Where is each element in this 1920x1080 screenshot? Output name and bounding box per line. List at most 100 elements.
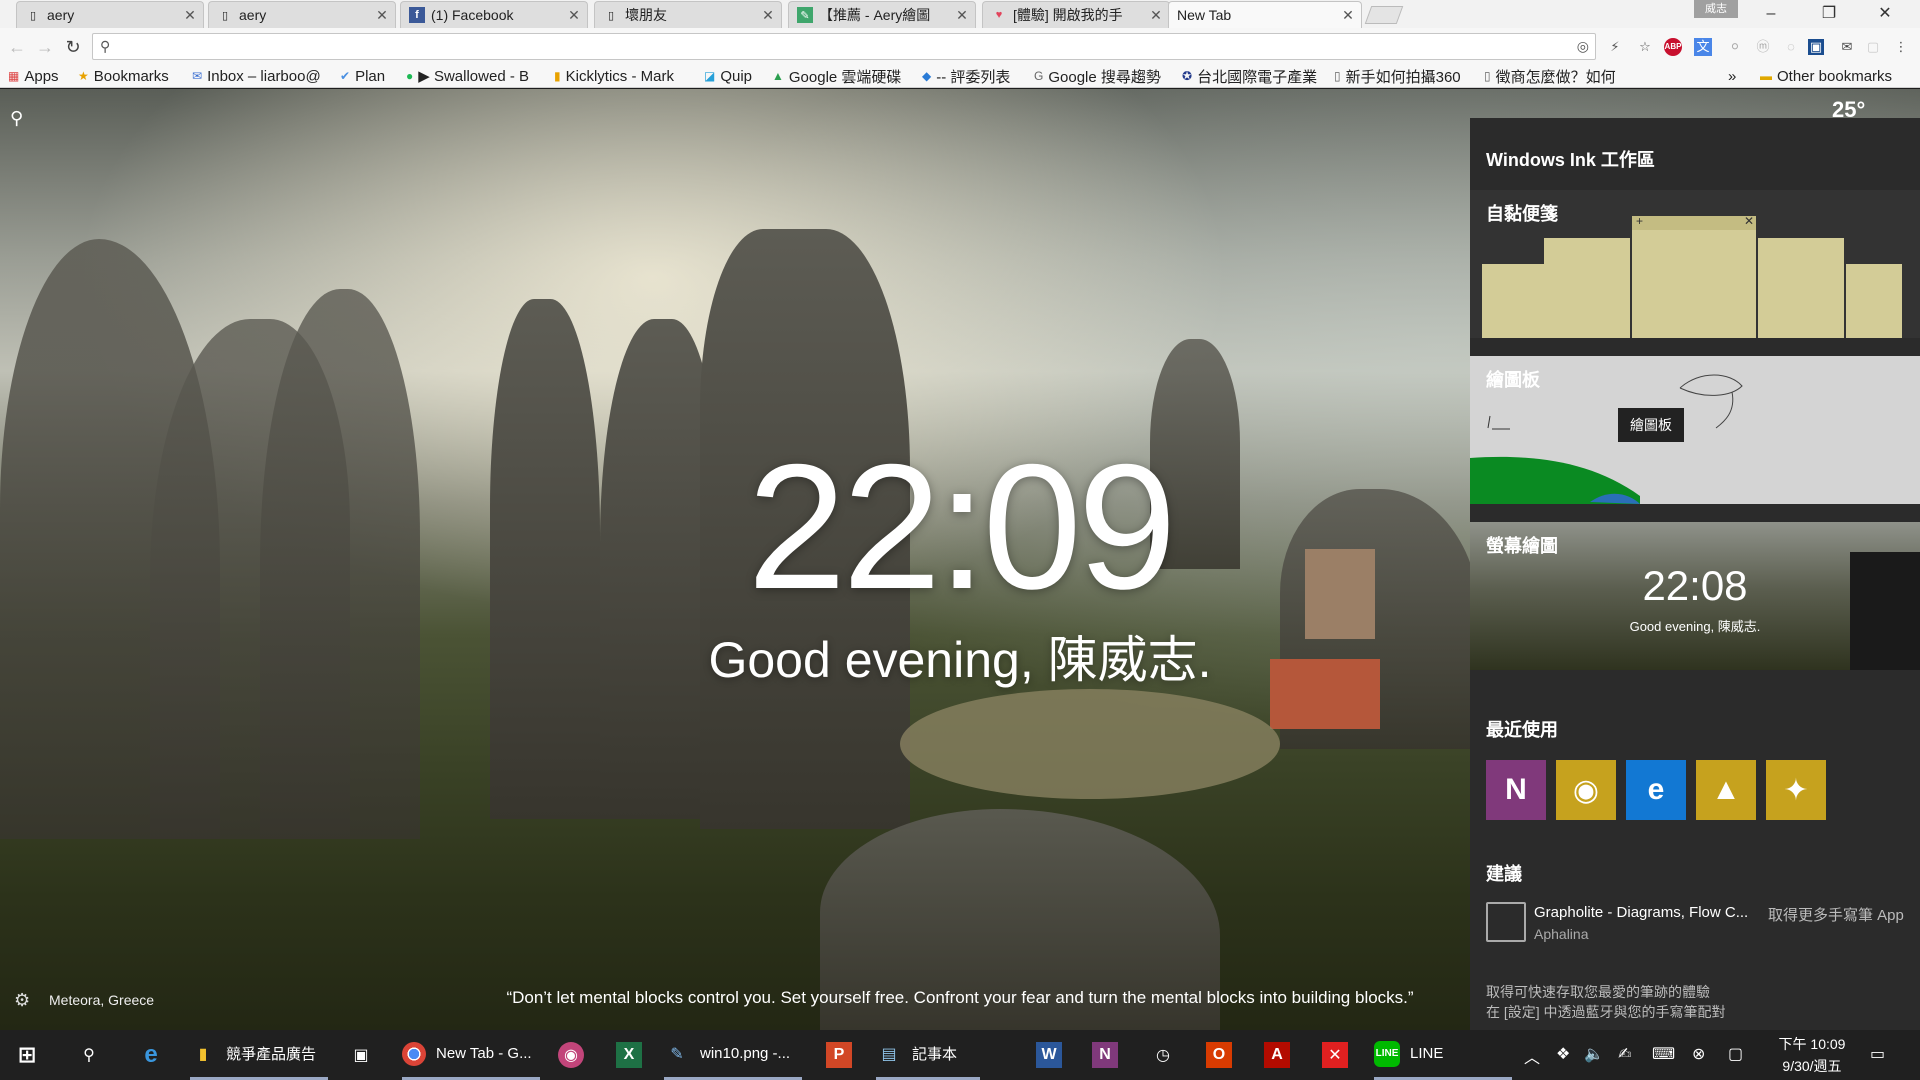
sticky-notes-card[interactable]: 自黏便箋 + ✕ xyxy=(1470,190,1920,338)
taskbar-alarms[interactable]: ◷ xyxy=(1150,1030,1176,1080)
new-tab-button[interactable] xyxy=(1364,6,1404,24)
tab-aery-recommend[interactable]: ✎ 【推薦 - Aery繪圖 ✕ xyxy=(788,1,976,28)
search-button[interactable]: ⚲ xyxy=(76,1030,102,1080)
taskbar-chrome[interactable]: New Tab - G... xyxy=(402,1030,540,1080)
bookmark-inbox[interactable]: ✉ Inbox – liarboo@ xyxy=(192,67,332,85)
start-button[interactable]: ⊞ xyxy=(14,1030,40,1080)
taskbar-xmind[interactable]: ✕ xyxy=(1322,1030,1348,1080)
extension-icon[interactable]: ⓜ xyxy=(1752,36,1774,58)
taskbar-folder[interactable]: ▮ 競爭產品廣告 xyxy=(190,1030,328,1080)
taskbar-line[interactable]: LINE LINE xyxy=(1374,1030,1512,1080)
taskbar-paint[interactable]: ✎ win10.png -... xyxy=(664,1030,802,1080)
bookmark-quip[interactable]: ◪ Quip xyxy=(704,67,768,85)
tab-facebook[interactable]: f (1) Facebook ✕ xyxy=(400,1,588,28)
taskbar-powerpoint[interactable]: P xyxy=(826,1030,852,1080)
tab-bad-friends[interactable]: ▯ 壞朋友 ✕ xyxy=(594,1,782,28)
close-window-icon[interactable]: ✕ xyxy=(1862,0,1908,28)
paint-icon: ✎ xyxy=(670,1045,684,1063)
tab-title: (1) Facebook xyxy=(431,7,514,23)
bookmark-kicklytics[interactable]: ▮ Kicklytics - Mark xyxy=(554,67,694,85)
more-bookmarks-chevron-icon[interactable]: » xyxy=(1728,67,1748,85)
photos-icon[interactable]: ▲ xyxy=(1696,760,1756,820)
close-icon[interactable]: ✕ xyxy=(375,7,389,24)
onenote-icon[interactable]: N xyxy=(1486,760,1546,820)
tab-experience[interactable]: ♥ [體驗] 開啟我的手 ✕ xyxy=(982,1,1170,28)
get-more-apps-link[interactable]: 取得更多手寫筆 App xyxy=(1768,904,1904,925)
taskbar-office[interactable]: O xyxy=(1206,1030,1232,1080)
extension-icon[interactable]: ◌ xyxy=(1780,36,1802,58)
close-icon[interactable]: ✕ xyxy=(567,7,581,24)
translate-icon[interactable]: 文 xyxy=(1694,38,1712,56)
adblock-icon[interactable]: ABP xyxy=(1664,38,1682,56)
close-icon[interactable]: ✕ xyxy=(1149,7,1163,24)
lightbulb-icon[interactable]: ✦ xyxy=(1766,760,1826,820)
close-icon[interactable]: ✕ xyxy=(1341,7,1355,24)
volume-icon[interactable]: 🔈 xyxy=(1584,1044,1604,1064)
tab-new-tab[interactable]: New Tab ✕ xyxy=(1168,1,1362,28)
suggested-app-name[interactable]: Grapholite - Diagrams, Flow C... xyxy=(1534,904,1748,921)
notification-icon[interactable]: ▭ xyxy=(1870,1044,1885,1064)
pen-workspace-icon[interactable]: ✍ xyxy=(1618,1044,1631,1064)
chevron-up-icon[interactable]: ︿ xyxy=(1524,1044,1540,1068)
bookmark-google-drive[interactable]: ▲ Google 雲端硬碟 xyxy=(772,67,912,86)
xmind-icon: ✕ xyxy=(1322,1042,1348,1068)
drive-icon: ▲ xyxy=(772,69,784,83)
taskbar-store[interactable]: ▣ xyxy=(348,1030,374,1080)
edge-icon[interactable]: e xyxy=(1626,760,1686,820)
taskbar-app[interactable]: ◉ xyxy=(558,1030,584,1080)
bookmark-swallowed[interactable]: ● ▶ Swallowed - B xyxy=(406,67,542,85)
close-icon[interactable]: ✕ xyxy=(183,7,197,24)
screen-sketch-card[interactable]: 螢幕繪圖 22:08 Good evening, 陳威志. xyxy=(1470,522,1920,670)
forward-icon[interactable]: → xyxy=(34,36,56,58)
grapholite-icon[interactable] xyxy=(1486,902,1526,942)
suggestions-label: 建議 xyxy=(1486,864,1522,884)
bookmark-360-video[interactable]: ▯ 新手如何拍攝360 xyxy=(1334,67,1474,86)
bookmark-business[interactable]: ▯ 徵商怎麼做？如何 xyxy=(1484,67,1624,86)
profile-badge[interactable]: 威志 xyxy=(1694,0,1738,18)
taskbar-onenote[interactable]: N xyxy=(1092,1030,1118,1080)
other-bookmarks-folder[interactable]: ▬ Other bookmarks xyxy=(1760,67,1918,85)
input-method-icon[interactable]: ▢ xyxy=(1728,1044,1743,1064)
taskbar-edge[interactable]: e xyxy=(138,1030,164,1080)
taskbar-acrobat[interactable]: A xyxy=(1264,1030,1290,1080)
extension-icon[interactable]: ▢ xyxy=(1862,36,1884,58)
taskbar-word[interactable]: W xyxy=(1036,1030,1062,1080)
bookmark-bookmarks[interactable]: ★ Bookmarks xyxy=(78,67,184,85)
tab-aery-1[interactable]: ▯ aery ✕ xyxy=(16,1,204,28)
close-icon[interactable]: ✕ xyxy=(761,7,775,24)
back-icon[interactable]: ← xyxy=(6,36,28,58)
taskbar-notepad[interactable]: ▤ 記事本 xyxy=(876,1030,980,1080)
bar-chart-icon: ▮ xyxy=(554,69,561,83)
clock-time[interactable]: 下午 10:09 xyxy=(1772,1034,1852,1054)
keyboard-icon[interactable]: ⌨ xyxy=(1652,1044,1675,1064)
extension-icon[interactable]: ⚪ xyxy=(1724,36,1746,58)
extension-icon[interactable]: ▣ xyxy=(1808,39,1824,55)
map-pin-icon[interactable]: ◉ xyxy=(1556,760,1616,820)
bookmark-google-trends[interactable]: G Google 搜尋趨勢 xyxy=(1034,67,1172,86)
sketchpad-card[interactable]: 繪圖板 xyxy=(1470,356,1920,504)
tab-title: aery xyxy=(47,7,75,23)
google-icon: G xyxy=(1034,69,1044,83)
tab-aery-2[interactable]: ▯ aery ✕ xyxy=(208,1,396,28)
menu-icon[interactable]: ⋮ xyxy=(1890,36,1912,58)
mail-icon[interactable]: ✉ xyxy=(1836,36,1858,58)
pen-settings-link[interactable]: 在 [設定] 中透過藍牙與您的手寫筆配對 xyxy=(1486,1002,1726,1022)
star-icon[interactable]: ☆ xyxy=(1634,36,1656,58)
bookmark-apps[interactable]: ▦ Apps xyxy=(8,67,72,85)
close-icon[interactable]: ✕ xyxy=(955,7,969,24)
restore-icon[interactable]: ❐ xyxy=(1806,0,1852,28)
reload-icon[interactable]: ↻ xyxy=(62,36,84,58)
minimize-icon[interactable]: – xyxy=(1748,0,1794,28)
taskbar-excel[interactable]: X xyxy=(616,1030,642,1080)
bookmark-plan[interactable]: ✔ Plan xyxy=(340,67,398,85)
bookmark-judges[interactable]: ◆ -- 評委列表 xyxy=(922,67,1026,86)
omnibox[interactable]: ⚲ ◎ xyxy=(92,33,1596,60)
search-icon[interactable]: ⚲ xyxy=(10,108,30,128)
dropbox-icon[interactable]: ❖ xyxy=(1556,1044,1570,1064)
location-target-icon[interactable]: ◎ xyxy=(1577,38,1589,55)
extension-icon[interactable]: ⚡ xyxy=(1604,36,1626,58)
close-circle-icon[interactable]: ⊗ xyxy=(1692,1044,1705,1064)
address-input[interactable] xyxy=(119,36,1559,57)
bookmark-taipei-electronics[interactable]: ✪ 台北國際電子產業 xyxy=(1182,67,1320,86)
clock-date[interactable]: 9/30/週五 xyxy=(1772,1056,1852,1076)
